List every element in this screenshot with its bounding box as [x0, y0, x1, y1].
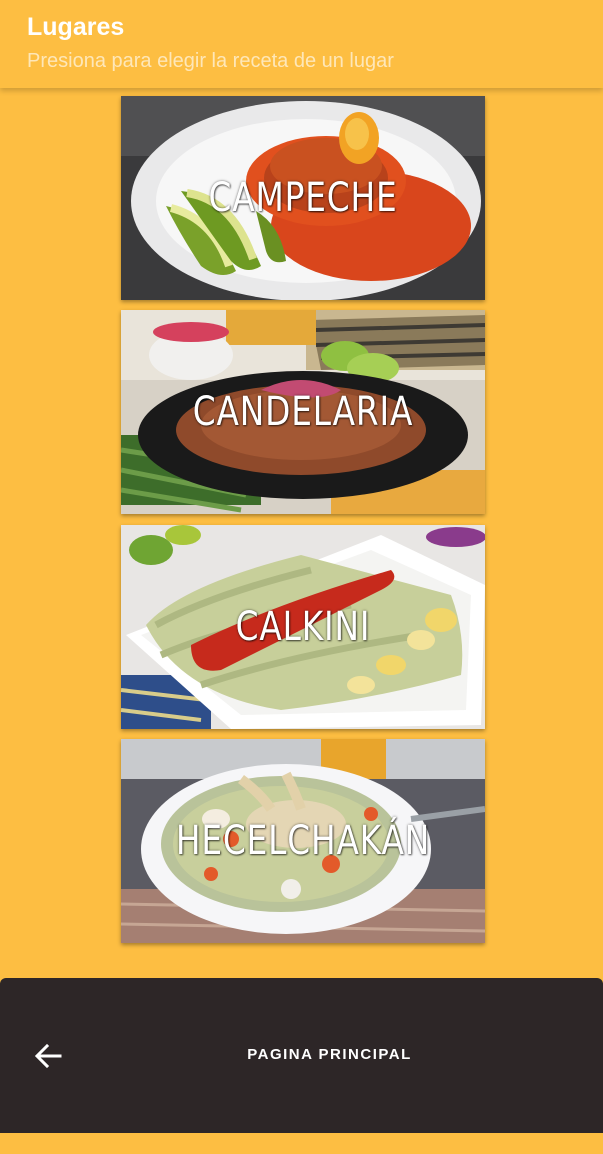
place-card-candelaria[interactable]: CANDELARIA [121, 310, 485, 514]
place-label: CALKINI [235, 604, 371, 650]
page-title: Lugares [27, 13, 125, 41]
place-label: CAMPECHE [208, 175, 398, 221]
place-label: CANDELARIA [192, 389, 414, 435]
place-label: HECELCHAKÁN [175, 818, 431, 864]
place-card-campeche[interactable]: CAMPECHE [121, 96, 485, 300]
place-card-calkini[interactable]: CALKINI [121, 525, 485, 729]
place-card-hecelchakan[interactable]: HECELCHAKÁN [121, 739, 485, 943]
page-subtitle: Presiona para elegir la receta de un lug… [27, 50, 394, 72]
home-page-label[interactable]: PAGINA PRINCIPAL [0, 1046, 603, 1063]
app-bar: Lugares Presiona para elegir la receta d… [0, 0, 603, 88]
